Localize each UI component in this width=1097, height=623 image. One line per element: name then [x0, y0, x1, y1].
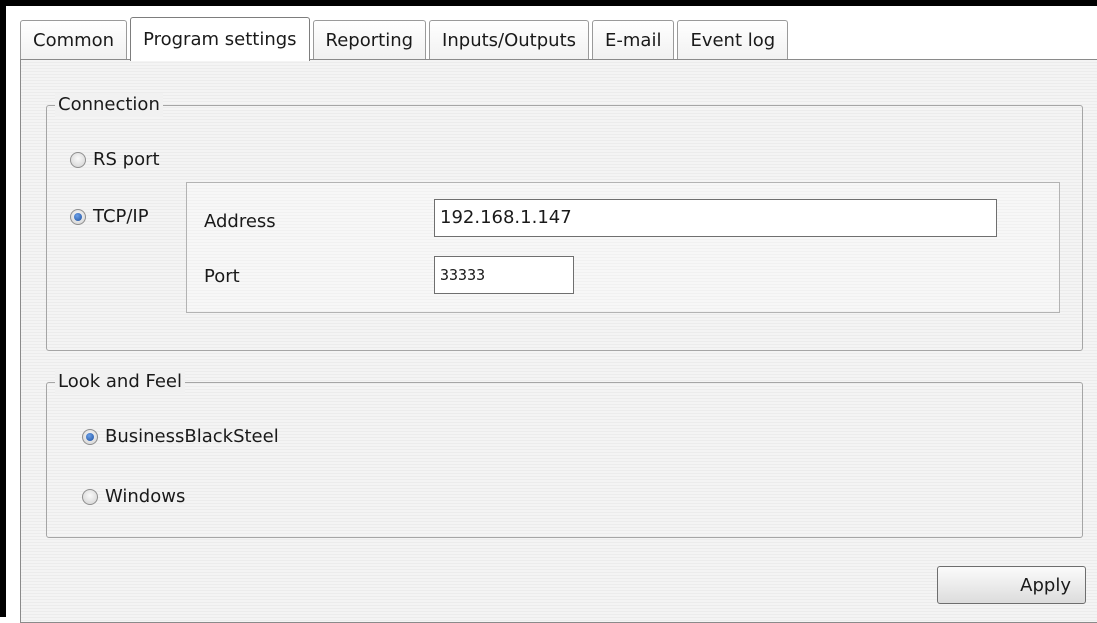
radio-unchecked-icon[interactable] [82, 488, 98, 505]
radio-checked-icon[interactable] [82, 428, 98, 445]
port-label: Port [204, 266, 240, 287]
tab-event-log[interactable]: Event log [677, 20, 789, 60]
tcp-ip-settings-box: Address 192.168.1.147 Port 33333 [186, 182, 1060, 313]
laf-option-label: Windows [105, 486, 186, 507]
tab-email[interactable]: E-mail [592, 20, 675, 60]
program-settings-panel: Connection RS port TCP/IP Address 192.16… [20, 59, 1097, 623]
connection-legend: Connection [55, 93, 163, 117]
look-and-feel-legend: Look and Feel [55, 370, 185, 394]
apply-button[interactable]: Apply [937, 566, 1086, 604]
rs-port-option[interactable]: RS port [70, 149, 160, 170]
laf-option-label: BusinessBlackSteel [105, 426, 279, 447]
radio-unchecked-icon[interactable] [70, 151, 86, 168]
settings-window: Common Program settings Reporting Inputs… [0, 0, 1097, 623]
radio-checked-icon[interactable] [70, 208, 86, 225]
address-label: Address [204, 211, 276, 232]
port-input[interactable]: 33333 [434, 256, 574, 294]
tcp-ip-label: TCP/IP [93, 206, 149, 227]
tab-reporting[interactable]: Reporting [312, 20, 427, 60]
tab-inputs-outputs[interactable]: Inputs/Outputs [429, 20, 590, 60]
laf-option-businessblacksteel[interactable]: BusinessBlackSteel [82, 426, 279, 447]
address-input[interactable]: 192.168.1.147 [434, 199, 997, 237]
rs-port-label: RS port [93, 149, 160, 170]
look-and-feel-group: Look and Feel BusinessBlackSteel Windows [46, 370, 1083, 538]
tab-program-settings[interactable]: Program settings [130, 17, 310, 61]
tcp-ip-option[interactable]: TCP/IP [70, 206, 149, 227]
tab-common[interactable]: Common [20, 20, 128, 60]
connection-group: Connection RS port TCP/IP Address 192.16… [46, 93, 1083, 351]
laf-option-windows[interactable]: Windows [82, 486, 185, 507]
tab-strip: Common Program settings Reporting Inputs… [20, 17, 791, 61]
